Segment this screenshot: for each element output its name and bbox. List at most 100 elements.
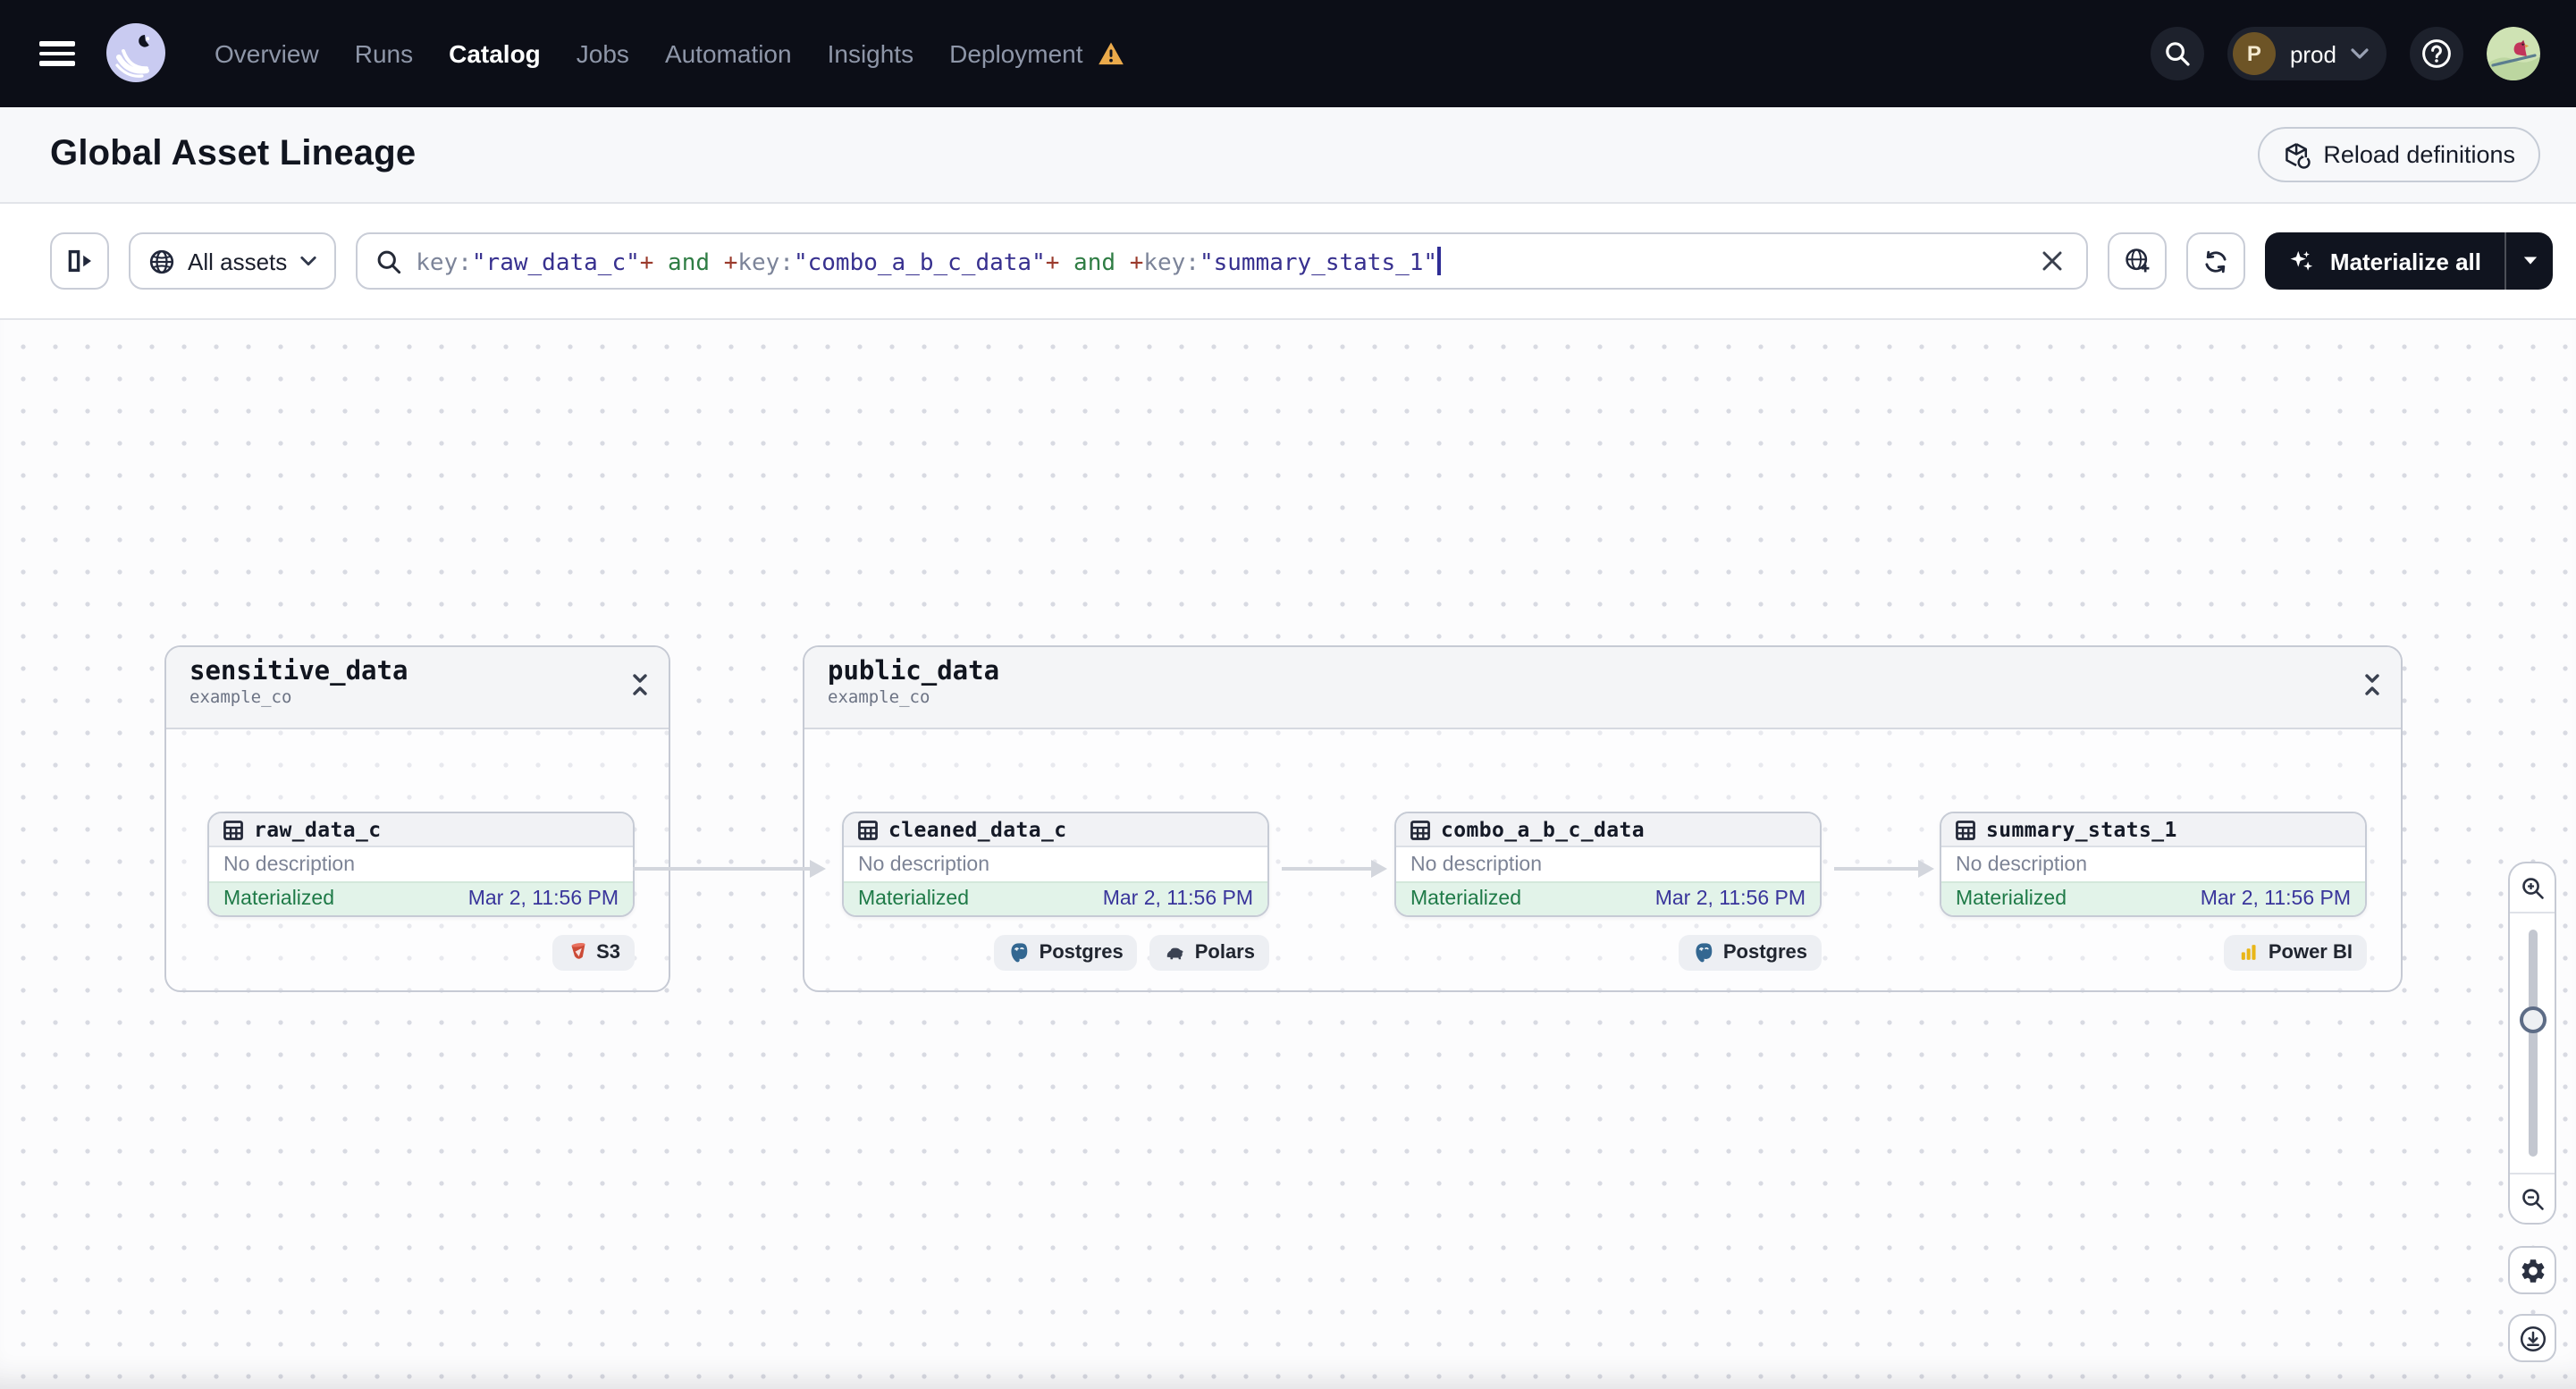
graph-settings-button[interactable] xyxy=(2508,1246,2556,1294)
asset-scope-filter[interactable]: All assets xyxy=(129,232,336,290)
asset-name: combo_a_b_c_data xyxy=(1441,817,1645,842)
deployment-switcher[interactable]: P prod xyxy=(2227,27,2387,80)
asset-node-summary-stats-1[interactable]: summary_stats_1 No description Materiali… xyxy=(1940,812,2367,917)
page-header: Global Asset Lineage Reload definitions xyxy=(0,107,2576,204)
nav-item-catalog[interactable]: Catalog xyxy=(449,39,541,68)
asset-tags-summary-stats-1: Power BI xyxy=(1940,935,2367,971)
asset-status-row: Materialized Mar 2, 11:56 PM xyxy=(1396,881,1820,915)
group-repository: example_co xyxy=(828,688,930,708)
primary-nav: Overview Runs Catalog Jobs Automation In… xyxy=(215,39,1124,68)
navbar-right-cluster: P prod xyxy=(2150,27,2576,80)
s3-bucket-icon xyxy=(570,943,585,959)
asset-node-header: raw_data_c xyxy=(209,813,633,847)
nav-item-deployment[interactable]: Deployment xyxy=(949,39,1082,68)
reload-code-location-icon xyxy=(2285,142,2311,168)
asset-group-public-data[interactable]: public_data example_co cleaned_data_c No… xyxy=(803,645,2403,992)
kind-tag-polars[interactable]: Polars xyxy=(1149,935,1269,971)
asset-name: raw_data_c xyxy=(254,817,382,842)
postgres-icon xyxy=(1696,943,1713,963)
asset-node-header: cleaned_data_c xyxy=(844,813,1267,847)
group-header[interactable]: public_data example_co xyxy=(804,647,2401,729)
asset-tags-combo-a-b-c-data: Postgres xyxy=(1394,935,1822,971)
deployment-name: prod xyxy=(2289,40,2336,67)
clear-query-button[interactable] xyxy=(2037,245,2069,277)
asset-group-sensitive-data[interactable]: sensitive_data example_co raw_data_c No … xyxy=(164,645,670,992)
view-full-graph-button[interactable] xyxy=(2108,232,2168,290)
asset-selection-query[interactable]: key:"raw_data_c"+ and +key:"combo_a_b_c_… xyxy=(416,246,2023,276)
materialization-timestamp[interactable]: Mar 2, 11:56 PM xyxy=(468,888,619,910)
zoom-slider[interactable] xyxy=(2510,912,2555,1174)
asset-name: cleaned_data_c xyxy=(888,817,1067,842)
sparkles-icon xyxy=(2291,249,2314,270)
kind-tag-s3[interactable]: S3 xyxy=(551,935,635,971)
kind-tag-powerbi[interactable]: Power BI xyxy=(2223,935,2367,971)
asset-description: No description xyxy=(1396,847,1820,881)
nav-item-overview[interactable]: Overview xyxy=(215,39,319,68)
lineage-toolbar: All assets key:"raw_data_c"+ and +key:"c… xyxy=(0,204,2576,320)
asset-description: No description xyxy=(209,847,633,881)
group-name: sensitive_data xyxy=(189,658,408,686)
zoom-slider-track[interactable] xyxy=(2528,930,2537,1157)
materialize-all-button[interactable]: Materialize all xyxy=(2266,232,2504,290)
asset-node-header: combo_a_b_c_data xyxy=(1396,813,1820,847)
zoom-out-button[interactable] xyxy=(2510,1174,2555,1223)
table-icon xyxy=(223,820,243,839)
chevron-down-icon xyxy=(299,256,316,266)
zoom-in-button[interactable] xyxy=(2510,863,2555,912)
materialized-status: Materialized xyxy=(1956,888,2067,910)
asset-tags-cleaned-data-c: Postgres Polars xyxy=(842,935,1269,971)
zoom-panel xyxy=(2508,862,2556,1225)
asset-description: No description xyxy=(844,847,1267,881)
global-search-button[interactable] xyxy=(2150,27,2204,80)
zoom-slider-handle[interactable] xyxy=(2519,1006,2546,1033)
kind-tag-postgres[interactable]: Postgres xyxy=(994,935,1138,971)
text-cursor xyxy=(1437,246,1441,274)
asset-scope-label: All assets xyxy=(188,248,288,274)
lineage-canvas[interactable]: sensitive_data example_co raw_data_c No … xyxy=(0,320,2576,1389)
nav-item-jobs[interactable]: Jobs xyxy=(577,39,629,68)
nav-item-insights[interactable]: Insights xyxy=(828,39,914,68)
edge-cleaned-data-c-to-combo-a-b-c-data xyxy=(1282,858,1387,880)
materialize-options-button[interactable] xyxy=(2504,232,2553,290)
asset-status-row: Materialized Mar 2, 11:56 PM xyxy=(209,881,633,915)
asset-status-row: Materialized Mar 2, 11:56 PM xyxy=(1941,881,2365,915)
materialization-timestamp[interactable]: Mar 2, 11:56 PM xyxy=(1655,888,1806,910)
reload-definitions-button[interactable]: Reload definitions xyxy=(2257,127,2540,182)
collapse-group-icon[interactable] xyxy=(2363,672,2381,697)
asset-node-cleaned-data-c[interactable]: cleaned_data_c No description Materializ… xyxy=(842,812,1269,917)
materialize-all-split-button: Materialize all xyxy=(2265,232,2553,290)
search-icon xyxy=(2166,42,2190,66)
table-icon xyxy=(1410,820,1430,839)
asset-node-combo-a-b-c-data[interactable]: combo_a_b_c_data No description Material… xyxy=(1394,812,1822,917)
materialization-timestamp[interactable]: Mar 2, 11:56 PM xyxy=(2201,888,2351,910)
nav-item-automation[interactable]: Automation xyxy=(665,39,792,68)
asset-selection-input[interactable]: key:"raw_data_c"+ and +key:"combo_a_b_c_… xyxy=(355,232,2089,290)
cardinal-bird-avatar-image xyxy=(2487,27,2540,80)
edge-raw-data-c-to-cleaned-data-c xyxy=(633,858,826,880)
refresh-button[interactable] xyxy=(2186,232,2246,290)
download-graph-button[interactable] xyxy=(2508,1314,2556,1362)
dagster-logo-icon[interactable] xyxy=(104,21,168,86)
refresh-icon xyxy=(2206,249,2227,273)
help-button[interactable] xyxy=(2410,27,2463,80)
chevron-down-icon xyxy=(2351,48,2369,59)
asset-status-row: Materialized Mar 2, 11:56 PM xyxy=(844,881,1267,915)
user-avatar[interactable] xyxy=(2487,27,2540,80)
polars-icon xyxy=(1167,947,1184,960)
group-header[interactable]: sensitive_data example_co xyxy=(166,647,669,729)
materialize-all-label: Materialize all xyxy=(2329,248,2481,274)
asset-tags-raw-data-c: S3 xyxy=(207,935,635,971)
asset-node-header: summary_stats_1 xyxy=(1941,813,2365,847)
open-sidebar-panel-button[interactable] xyxy=(50,232,109,290)
collapse-group-icon[interactable] xyxy=(631,672,649,697)
edge-combo-a-b-c-data-to-summary-stats-1 xyxy=(1834,858,1934,880)
app-root: Overview Runs Catalog Jobs Automation In… xyxy=(0,0,2576,1389)
nav-item-runs[interactable]: Runs xyxy=(355,39,413,68)
kind-tag-postgres[interactable]: Postgres xyxy=(1678,935,1822,971)
deployment-initial-badge: P xyxy=(2232,32,2276,75)
materialized-status: Materialized xyxy=(858,888,969,910)
asset-node-raw-data-c[interactable]: raw_data_c No description Materialized M… xyxy=(207,812,635,917)
hamburger-menu-icon[interactable] xyxy=(39,41,75,66)
table-icon xyxy=(1956,820,1975,839)
materialization-timestamp[interactable]: Mar 2, 11:56 PM xyxy=(1103,888,1253,910)
